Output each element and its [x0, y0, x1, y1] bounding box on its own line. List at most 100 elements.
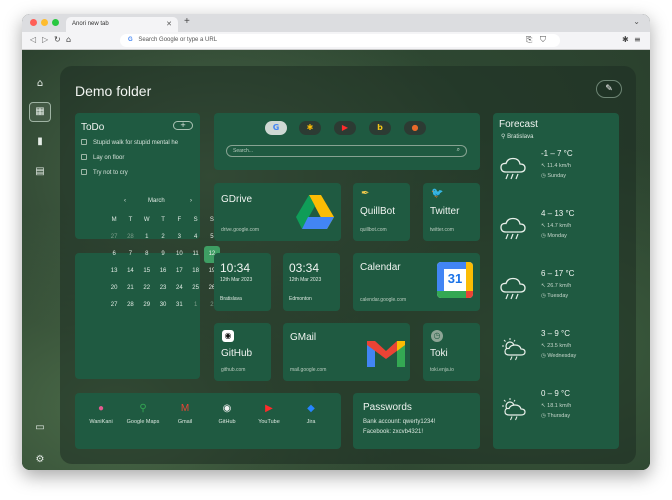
bing-search-icon[interactable]: b [369, 121, 391, 135]
sidebar-book-icon[interactable]: ▮ [34, 136, 46, 148]
bookmark-item[interactable]: M Gmail [168, 403, 202, 425]
todo-add-button[interactable]: + [173, 121, 193, 130]
settings-gear-icon[interactable]: ⚙ [34, 454, 46, 466]
checkbox[interactable] [81, 154, 87, 160]
new-tab-button[interactable]: + [184, 16, 190, 27]
forecast-title: Forecast [499, 119, 538, 130]
search-input[interactable]: Search... ⌕ [226, 145, 467, 157]
gdrive-url: drive.google.com [221, 227, 260, 233]
calendar-day[interactable]: 27 [106, 229, 122, 246]
calendar-day[interactable]: 18 [187, 263, 203, 280]
calendar-day[interactable]: 16 [155, 263, 171, 280]
forward-arrow-icon[interactable]: ▷ [42, 35, 48, 44]
calendar-day[interactable]: 9 [155, 246, 171, 263]
calendar-day[interactable]: 8 [139, 246, 155, 263]
calendar-day[interactable]: 27 [106, 297, 122, 314]
todo-item[interactable]: Stupid walk for stupid mental he [81, 139, 178, 146]
twitter-link-card[interactable]: 🐦 Twitter twitter.com [423, 183, 480, 241]
duckduckgo-search-icon[interactable]: ● [404, 121, 426, 135]
photos-search-icon[interactable]: ✱ [299, 121, 321, 135]
calendar-day[interactable]: 29 [139, 297, 155, 314]
browser-tab[interactable]: Anori new tab ✕ [66, 17, 178, 32]
calendar-next-button[interactable]: › [190, 198, 192, 204]
calendar-day[interactable]: 13 [106, 263, 122, 280]
quillbot-link-card[interactable]: ✒ QuillBot quillbot.com [353, 183, 410, 241]
home-icon[interactable]: ⌂ [66, 35, 71, 44]
gdrive-link-card[interactable]: GDrive drive.google.com [214, 183, 341, 241]
bookmark-item[interactable]: ◆ Jira [294, 403, 328, 425]
calendar-day[interactable]: 2 [155, 229, 171, 246]
gdrive-title: GDrive [221, 194, 253, 205]
weekday-label: T [161, 217, 165, 223]
calendar-day[interactable]: 24 [171, 280, 187, 297]
gmail-link-card[interactable]: GMail mail.google.com [283, 323, 410, 381]
calendar-day[interactable]: 25 [187, 280, 203, 297]
calendar-day[interactable]: 28 [122, 297, 138, 314]
close-window-button[interactable] [30, 19, 37, 26]
back-arrow-icon[interactable]: ◁ [30, 35, 36, 44]
bookmark-item[interactable]: ▶ YouTube [252, 403, 286, 425]
calendar-day[interactable]: 11 [187, 246, 203, 263]
maps-pin-icon: ⚲ [139, 403, 147, 414]
menu-icon[interactable]: ≡ [634, 35, 641, 44]
calendar-day[interactable]: 7 [122, 246, 138, 263]
calendar-day[interactable]: 31 [171, 297, 187, 314]
calendar-day[interactable]: 21 [122, 280, 138, 297]
sidebar-calendar-icon[interactable]: ▤ [34, 166, 46, 178]
calendar-day[interactable]: 6 [106, 246, 122, 263]
calendar-link-card[interactable]: Calendar calendar.google.com 31 [353, 253, 480, 311]
calendar-month: March [148, 198, 165, 204]
calendar-day[interactable]: 22 [139, 280, 155, 297]
todo-item[interactable]: Try not to cry [81, 169, 128, 176]
github-icon: ◉ [222, 330, 234, 342]
quillbot-url: quillbot.com [360, 227, 387, 233]
search-icon[interactable]: ⌕ [457, 147, 460, 154]
forecast-day-name: ◷ Thursday [541, 413, 571, 419]
calendar-day[interactable]: 1 [187, 297, 203, 314]
youtube-search-icon[interactable]: ▶ [334, 121, 356, 135]
minimize-window-button[interactable] [41, 19, 48, 26]
todo-item[interactable]: Lay on floor [81, 154, 124, 161]
google-search-icon[interactable]: G [265, 121, 287, 135]
calendar-day[interactable]: 17 [171, 263, 187, 280]
calendar-day[interactable]: 3 [171, 229, 187, 246]
calendar-day[interactable]: 15 [139, 263, 155, 280]
clock-date: 12th Mar 2023 [289, 277, 322, 283]
forecast-day-name: ◷ Sunday [541, 173, 566, 179]
calendar-day[interactable]: 20 [106, 280, 122, 297]
share-icon[interactable]: ⎘ [526, 35, 532, 45]
calendar-prev-button[interactable]: ‹ [124, 198, 126, 204]
address-bar[interactable]: G Search Google or type a URL [120, 34, 560, 47]
bookmark-item[interactable]: ◉ GitHub [210, 403, 244, 425]
maximize-window-button[interactable] [52, 19, 59, 26]
checkbox[interactable] [81, 139, 87, 145]
rain-cloud-icon [499, 157, 529, 181]
reload-icon[interactable]: ↻ [54, 35, 61, 44]
calendar-day[interactable]: 10 [171, 246, 187, 263]
calendar-day[interactable]: 28 [122, 229, 138, 246]
window-controls [30, 19, 59, 26]
twitter-bird-icon: 🐦 [431, 188, 444, 199]
calendar-day[interactable]: 23 [155, 280, 171, 297]
bookmark-label: Google Maps [126, 419, 160, 425]
checkbox[interactable] [81, 169, 87, 175]
calendar-day[interactable]: 4 [187, 229, 203, 246]
chevron-down-icon[interactable]: ⌄ [633, 17, 640, 26]
close-tab-icon[interactable]: ✕ [166, 20, 172, 28]
sun-rain-icon [499, 397, 529, 421]
bookmark-item[interactable]: ⚲ Google Maps [126, 403, 160, 425]
gmail-icon: M [180, 403, 190, 414]
bookmark-item[interactable]: ● WaniKani [84, 403, 118, 425]
sidebar-apps-grid-icon[interactable]: ▦ [34, 106, 46, 118]
calendar-day[interactable]: 1 [139, 229, 155, 246]
github-link-card[interactable]: ◉ GitHub github.com [214, 323, 271, 381]
sidebar-home-icon[interactable]: ⌂ [34, 78, 46, 90]
calendar-day[interactable]: 14 [122, 263, 138, 280]
sidebar-bookmark-icon[interactable]: ▭ [34, 422, 46, 434]
toki-link-card[interactable]: ◷ Toki toki.enja.io [423, 323, 480, 381]
calendar-grid: M T W T F S S 27 28 1 2 3 4 5 6 7 8 9 10 11 12 13 14 15 16 17 18 19… [106, 212, 221, 314]
edit-folder-button[interactable]: ✎ [596, 80, 622, 98]
shield-icon[interactable]: ⛉ [540, 35, 546, 45]
extensions-icon[interactable]: ✱ [622, 35, 629, 44]
calendar-day[interactable]: 30 [155, 297, 171, 314]
